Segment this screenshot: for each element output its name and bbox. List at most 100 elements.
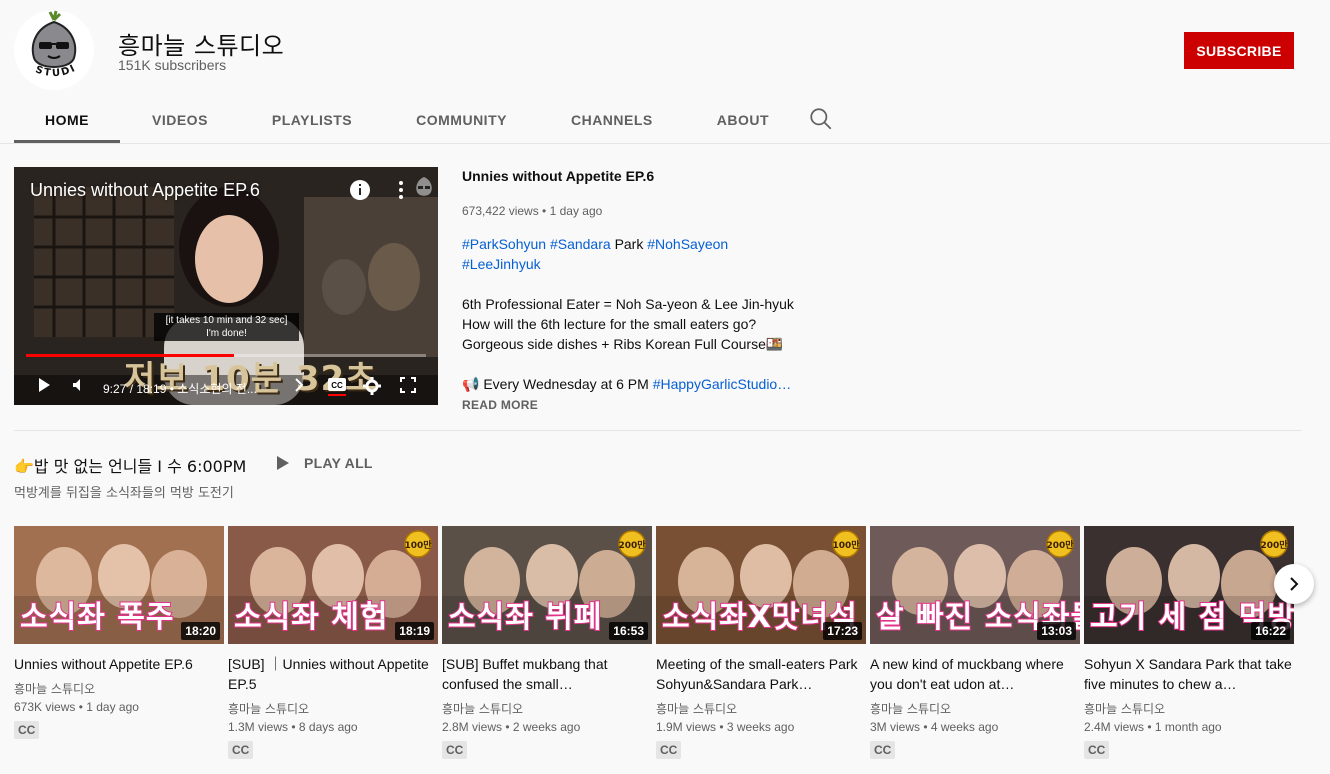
tab-community[interactable]: COMMUNITY: [416, 96, 507, 143]
fullscreen-icon[interactable]: [400, 377, 416, 393]
video-channel-name[interactable]: 흥마늘 스튜디오: [228, 700, 438, 717]
video-meta: 1.9M views • 3 weeks ago: [656, 720, 795, 734]
channel-name: 흥마늘 스튜디오: [118, 32, 285, 60]
video-title[interactable]: Meeting of the small-eaters Park Sohyun&…: [656, 654, 866, 694]
tab-about[interactable]: ABOUT: [717, 96, 769, 143]
svg-text:200만: 200만: [1046, 539, 1074, 551]
video-title[interactable]: Sohyun X Sandara Park that take five min…: [1084, 654, 1294, 694]
video-thumbnail[interactable]: 소식좌 뷔페 200만 16:53: [442, 526, 652, 644]
hashtag-link[interactable]: #HappyGarlicStudio…: [653, 376, 792, 392]
milestone-badge-icon: 200만: [618, 530, 646, 558]
shelf-title[interactable]: 👉밥 맛 없는 언니들 I 수 6:00PM: [14, 453, 246, 477]
video-title[interactable]: [SUB] ｜Unnies without Appetite EP.5: [228, 654, 438, 694]
subtitle-caption: [it takes 10 min and 32 sec] I'm done!: [154, 313, 299, 341]
milestone-badge-icon: 200만: [1260, 530, 1288, 558]
video-card[interactable]: 살 빠진 소식좌들 200만 13:03 A new kind of muckb…: [870, 526, 1080, 759]
hashtag-link[interactable]: #LeeJinhyuk: [462, 256, 541, 272]
shelf-header: 👉밥 맛 없는 언니들 I 수 6:00PM PLAY ALL: [14, 453, 372, 477]
cc-badge: CC: [228, 741, 254, 759]
more-vert-icon[interactable]: [394, 179, 408, 201]
video-card[interactable]: 소식좌 체험 100만 18:19 [SUB] ｜Unnies without …: [228, 526, 438, 759]
cc-badge: CC: [14, 721, 40, 739]
section-divider: [14, 430, 1302, 431]
tab-home[interactable]: HOME: [14, 96, 120, 143]
milestone-badge-icon: 100만: [404, 530, 432, 558]
subscribe-button[interactable]: SUBSCRIBE: [1184, 32, 1294, 69]
hashtag-link[interactable]: #Sandara: [550, 236, 611, 252]
shelf-next-button[interactable]: [1274, 564, 1314, 604]
video-channel-name[interactable]: 흥마늘 스튜디오: [656, 700, 866, 717]
cc-badge: CC: [1084, 741, 1110, 759]
hashtag-link[interactable]: #ParkSohyun: [462, 236, 546, 252]
video-thumbnail[interactable]: 고기 세 점 먹방 200만 16:22: [1084, 526, 1294, 644]
video-duration: 16:53: [609, 622, 648, 640]
channel-header: STUDIO 흥마늘 스튜디오 151K subscribers SUBSCRI…: [0, 0, 1330, 143]
player-title[interactable]: Unnies without Appetite EP.6: [30, 180, 260, 201]
info-icon[interactable]: [349, 179, 371, 201]
svg-text:200만: 200만: [618, 539, 646, 551]
video-meta: 1.3M views • 8 days ago: [228, 720, 358, 734]
video-channel-name[interactable]: 흥마늘 스튜디오: [14, 680, 224, 697]
search-icon[interactable]: [808, 106, 834, 132]
svg-text:100만: 100만: [832, 539, 860, 551]
video-title[interactable]: [SUB] Buffet mukbang that confused the s…: [442, 654, 652, 694]
video-card[interactable]: 소식좌 폭주 18:20 Unnies without Appetite EP.…: [14, 526, 224, 739]
video-meta: 2.8M views • 2 weeks ago: [442, 720, 581, 734]
milestone-badge-icon: 200만: [1046, 530, 1074, 558]
cc-badge: CC: [656, 741, 682, 759]
channel-tabs: HOME VIDEOS PLAYLISTS COMMUNITY CHANNELS…: [14, 96, 769, 143]
hashtag-link[interactable]: #NohSayeon: [647, 236, 728, 252]
featured-meta: 673,422 views • 1 day ago: [462, 204, 603, 218]
volume-icon[interactable]: [71, 377, 87, 393]
video-thumbnail[interactable]: 소식좌 체험 100만 18:19: [228, 526, 438, 644]
video-thumbnail[interactable]: 소식좌 폭주 18:20: [14, 526, 224, 644]
video-channel-name[interactable]: 흥마늘 스튜디오: [442, 700, 652, 717]
milestone-badge-icon: 100만: [832, 530, 860, 558]
featured-video-player[interactable]: Unnies without Appetite EP.6 [it takes 1…: [14, 167, 438, 405]
featured-info: Unnies without Appetite EP.6 673,422 vie…: [462, 168, 802, 412]
video-meta: 2.4M views • 1 month ago: [1084, 720, 1222, 734]
video-duration: 16:22: [1251, 622, 1290, 640]
settings-gear-icon[interactable]: [363, 377, 381, 395]
thumbnail-overlay-text: 소식좌 뷔페: [447, 599, 603, 636]
read-more-button[interactable]: READ MORE: [462, 398, 802, 412]
video-thumbnail[interactable]: 소식좌X맛녀석 100만 17:23: [656, 526, 866, 644]
player-controls: 9:27 / 18:19 • 소식소현의 전... CC: [14, 367, 438, 405]
featured-description: #ParkSohyun #Sandara Park #NohSayeon #Le…: [462, 236, 794, 392]
video-duration: 17:23: [823, 622, 862, 640]
shelf-subtitle: 먹방계를 뒤집을 소식좌들의 먹방 도전기: [14, 486, 234, 501]
chevron-right-icon[interactable]: [292, 377, 306, 393]
progress-bar[interactable]: [26, 354, 426, 357]
tab-playlists[interactable]: PLAYLISTS: [272, 96, 352, 143]
video-card[interactable]: 소식좌 뷔페 200만 16:53 [SUB] Buffet mukbang t…: [442, 526, 652, 759]
video-duration: 18:20: [181, 622, 220, 640]
video-title[interactable]: Unnies without Appetite EP.6: [14, 654, 224, 674]
chevron-right-icon: [1290, 577, 1299, 591]
thumbnail-overlay-text: 소식좌 체험: [233, 599, 389, 636]
time-readout: 9:27 / 18:19 • 소식소현의 전...: [103, 382, 257, 396]
video-card[interactable]: 고기 세 점 먹방 200만 16:22 Sohyun X Sandara Pa…: [1084, 526, 1294, 759]
channel-avatar[interactable]: STUDIO: [14, 10, 94, 90]
video-card[interactable]: 소식좌X맛녀석 100만 17:23 Meeting of the small-…: [656, 526, 866, 759]
cc-icon[interactable]: CC: [327, 375, 347, 397]
play-all-button[interactable]: PLAY ALL: [276, 455, 373, 471]
cc-badge: CC: [442, 741, 468, 759]
svg-text:100만: 100만: [404, 539, 432, 551]
video-channel-name[interactable]: 흥마늘 스튜디오: [1084, 700, 1294, 717]
tab-videos[interactable]: VIDEOS: [152, 96, 208, 143]
featured-title[interactable]: Unnies without Appetite EP.6: [462, 168, 802, 184]
play-icon[interactable]: [36, 377, 52, 393]
svg-text:CC: CC: [331, 381, 343, 390]
video-thumbnail[interactable]: 살 빠진 소식좌들 200만 13:03: [870, 526, 1080, 644]
tab-channels[interactable]: CHANNELS: [571, 96, 653, 143]
progress-fill: [26, 354, 234, 357]
video-duration: 13:03: [1037, 622, 1076, 640]
video-channel-name[interactable]: 흥마늘 스튜디오: [870, 700, 1080, 717]
header-divider: [0, 143, 1330, 144]
cc-badge: CC: [870, 741, 896, 759]
video-meta: 3M views • 4 weeks ago: [870, 720, 999, 734]
video-title[interactable]: A new kind of muckbang where you don't e…: [870, 654, 1080, 694]
subscriber-count: 151K subscribers: [118, 57, 227, 73]
video-duration: 18:19: [395, 622, 434, 640]
channel-watermark-icon: [416, 177, 432, 196]
